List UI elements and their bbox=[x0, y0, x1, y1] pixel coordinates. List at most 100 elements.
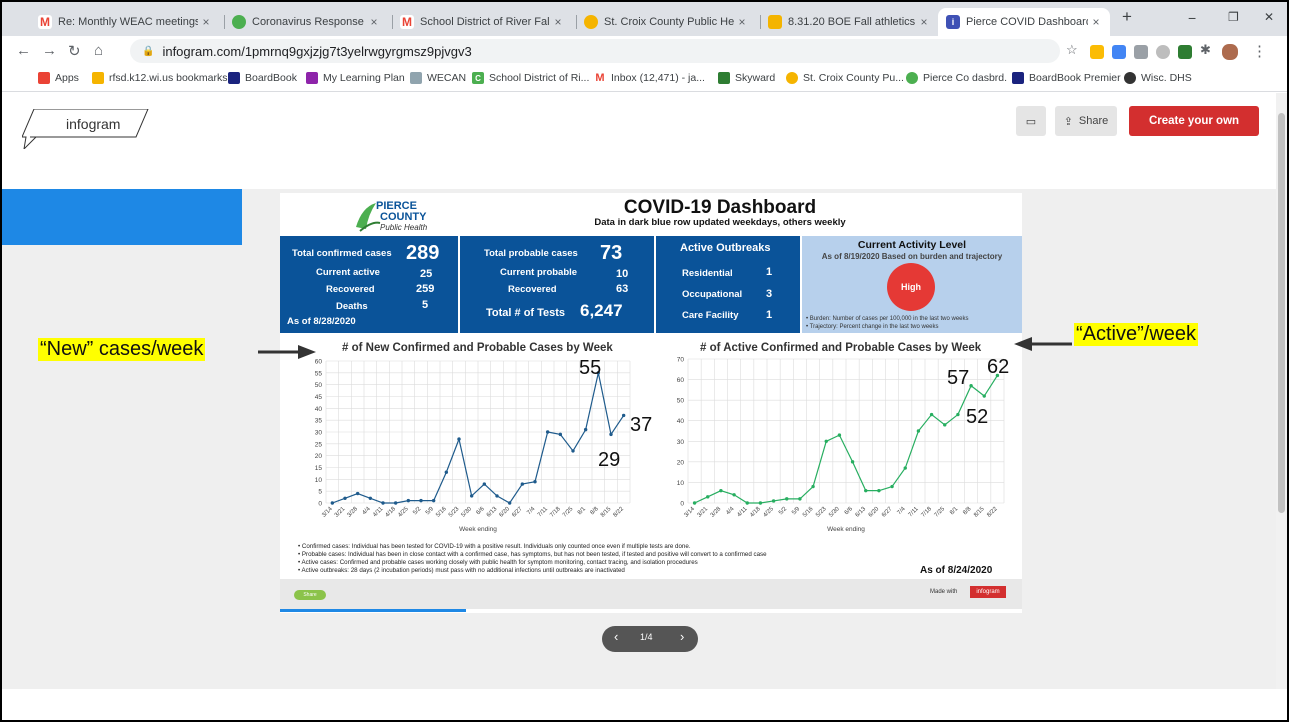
comment-button[interactable]: ▭ bbox=[1016, 106, 1046, 136]
y-tick-label: 30 bbox=[677, 439, 685, 446]
bookmark-school-district[interactable]: C School District of Ri... bbox=[472, 72, 589, 84]
x-tick-label: 8/22 bbox=[986, 506, 999, 519]
x-tick-label: 6/27 bbox=[881, 506, 894, 519]
bookmark-rfsd[interactable]: rfsd.k12.wi.us bookmarks bbox=[92, 72, 227, 84]
tab-weac[interactable]: M Re: Monthly WEAC meetings - × bbox=[30, 8, 220, 36]
probable-recovered-label: Recovered bbox=[508, 284, 557, 295]
x-tick-label: 5/30 bbox=[828, 506, 841, 519]
tab-close-icon[interactable]: × bbox=[366, 15, 382, 29]
avatar[interactable] bbox=[1222, 44, 1238, 60]
infogram-badge[interactable]: infogram bbox=[970, 586, 1006, 598]
extension-icon[interactable] bbox=[1112, 45, 1126, 59]
menu-icon[interactable]: ⋮ bbox=[1252, 42, 1267, 60]
back-arrow-icon[interactable]: ← bbox=[16, 42, 31, 59]
data-point bbox=[444, 470, 449, 474]
total-confirmed-label: Total confirmed cases bbox=[292, 248, 392, 259]
star-icon[interactable]: ☆ bbox=[1066, 42, 1078, 58]
extension-icon[interactable] bbox=[1156, 45, 1170, 59]
data-point bbox=[431, 498, 436, 503]
tab-river-falls[interactable]: M School District of River Falls Ma × bbox=[392, 8, 572, 36]
address-bar[interactable]: 🔒 infogram.com/1pmrnq9gxjzjg7t3yelrwgyrg… bbox=[130, 39, 1060, 63]
share-button[interactable]: ⇪ Share bbox=[1055, 106, 1117, 136]
total-confirmed-value: 289 bbox=[406, 242, 440, 264]
tab-close-icon[interactable]: × bbox=[734, 15, 750, 29]
y-tick-label: 0 bbox=[318, 501, 322, 508]
x-tick-label: 7/18 bbox=[920, 506, 933, 519]
county-icon bbox=[786, 72, 798, 84]
browser-toolbar: ← → ↻ ⌂ 🔒 infogram.com/1pmrnq9gxjzjg7t3y… bbox=[2, 36, 1287, 66]
prev-page-button[interactable]: ‹ bbox=[614, 629, 618, 644]
bookmark-boardbook-premier[interactable]: BoardBook Premier bbox=[1012, 72, 1121, 84]
tab-close-icon[interactable]: × bbox=[916, 15, 932, 29]
bookmark-inbox[interactable]: M Inbox (12,471) - ja... bbox=[594, 72, 705, 84]
tab-pierce-dashboard[interactable]: i Pierce COVID Dashboard - Info × bbox=[938, 8, 1110, 36]
data-point bbox=[381, 501, 385, 505]
county-icon bbox=[584, 15, 598, 29]
extension-icon[interactable] bbox=[1178, 45, 1192, 59]
x-tick-label: 3/28 bbox=[347, 506, 360, 519]
data-point bbox=[482, 482, 487, 486]
data-point bbox=[520, 482, 525, 486]
occupational-label: Occupational bbox=[682, 289, 743, 300]
bookmark-boardbook[interactable]: BoardBook bbox=[228, 72, 297, 84]
share-pill-button[interactable]: Share bbox=[294, 590, 326, 600]
bookmark-st-croix[interactable]: St. Croix County Pu... bbox=[786, 72, 904, 84]
tab-close-icon[interactable]: × bbox=[198, 15, 214, 29]
scrollbar-thumb[interactable] bbox=[1278, 113, 1285, 513]
arrow-right-icon bbox=[258, 345, 316, 359]
new-cases-chart: 0510152025303540455055603/14 3/21 3/28 4/4 4… bbox=[315, 359, 631, 533]
tab-close-icon[interactable]: × bbox=[1088, 15, 1104, 29]
x-tick-label: 5/2 bbox=[778, 506, 789, 517]
confirmed-asof: As of 8/28/2020 bbox=[287, 316, 356, 327]
classroom-icon: C bbox=[472, 72, 484, 84]
bookmark-wecan[interactable]: WECAN bbox=[410, 72, 466, 84]
x-tick-label: 8/1 bbox=[949, 506, 960, 517]
next-page-button[interactable]: › bbox=[680, 629, 684, 644]
data-point bbox=[929, 412, 934, 417]
screenshot-frame: M Re: Monthly WEAC meetings - × Coronavi… bbox=[0, 0, 1289, 722]
forward-arrow-icon[interactable]: → bbox=[42, 42, 57, 59]
bookmark-learning-plan[interactable]: My Learning Plan bbox=[306, 72, 405, 84]
tab-close-icon[interactable]: × bbox=[550, 15, 566, 29]
y-tick-label: 60 bbox=[677, 377, 685, 384]
bookmark-label: BoardBook Premier bbox=[1029, 72, 1121, 84]
new-peak-callout: 55 bbox=[579, 357, 602, 379]
scrollbar[interactable] bbox=[1276, 93, 1287, 689]
drive-icon[interactable] bbox=[1090, 45, 1104, 59]
infogram-logo[interactable]: infogram bbox=[22, 109, 150, 149]
note-outbreaks: • Active outbreaks: 28 days (2 incubatio… bbox=[298, 567, 625, 574]
data-point bbox=[916, 429, 921, 433]
bookmark-skyward[interactable]: Skyward bbox=[718, 72, 775, 84]
x-tick-label: 5/23 bbox=[815, 506, 828, 519]
tab-label: School District of River Falls Ma bbox=[420, 16, 550, 28]
infogram-icon: i bbox=[946, 15, 960, 29]
extension-icon[interactable] bbox=[1134, 45, 1148, 59]
bookmarks-bar: Apps rfsd.k12.wi.us bookmarks BoardBook … bbox=[2, 66, 1287, 92]
data-point bbox=[330, 501, 335, 505]
close-window-button[interactable]: ✕ bbox=[1264, 10, 1274, 24]
x-tick-label: 7/18 bbox=[549, 506, 562, 519]
home-icon[interactable]: ⌂ bbox=[94, 42, 103, 59]
y-tick-label: 50 bbox=[677, 398, 685, 405]
bookmark-wisc-dhs[interactable]: Wisc. DHS bbox=[1124, 72, 1192, 84]
minimize-button[interactable]: − bbox=[1188, 10, 1196, 26]
tab-boe[interactable]: 8.31.20 BOE Fall athletics - Goo × bbox=[760, 8, 938, 36]
reload-icon[interactable]: ↻ bbox=[68, 42, 81, 60]
new-tab-button[interactable]: + bbox=[1122, 7, 1132, 27]
care-facility-label: Care Facility bbox=[682, 310, 739, 321]
activity-level-panel: Current Activity Level As of 8/19/2020 B… bbox=[802, 236, 1022, 333]
data-point bbox=[969, 384, 973, 388]
bookmark-apps[interactable]: Apps bbox=[38, 72, 79, 84]
probable-recovered-value: 63 bbox=[616, 283, 629, 295]
puzzle-icon[interactable]: ✱ bbox=[1200, 42, 1211, 58]
restore-button[interactable]: ❐ bbox=[1228, 10, 1239, 24]
create-your-own-button[interactable]: Create your own bbox=[1129, 106, 1259, 136]
bookmark-pierce[interactable]: Pierce Co dasbrd. bbox=[906, 72, 1007, 84]
tab-st-croix[interactable]: St. Croix County Public Health × bbox=[576, 8, 756, 36]
bookmark-label: Wisc. DHS bbox=[1141, 72, 1192, 84]
data-point bbox=[343, 496, 347, 500]
y-tick-label: 0 bbox=[680, 501, 684, 508]
tab-coronavirus[interactable]: Coronavirus Response × bbox=[224, 8, 388, 36]
x-tick-label: 7/11 bbox=[537, 506, 550, 519]
new-last-callout: 37 bbox=[630, 414, 653, 436]
